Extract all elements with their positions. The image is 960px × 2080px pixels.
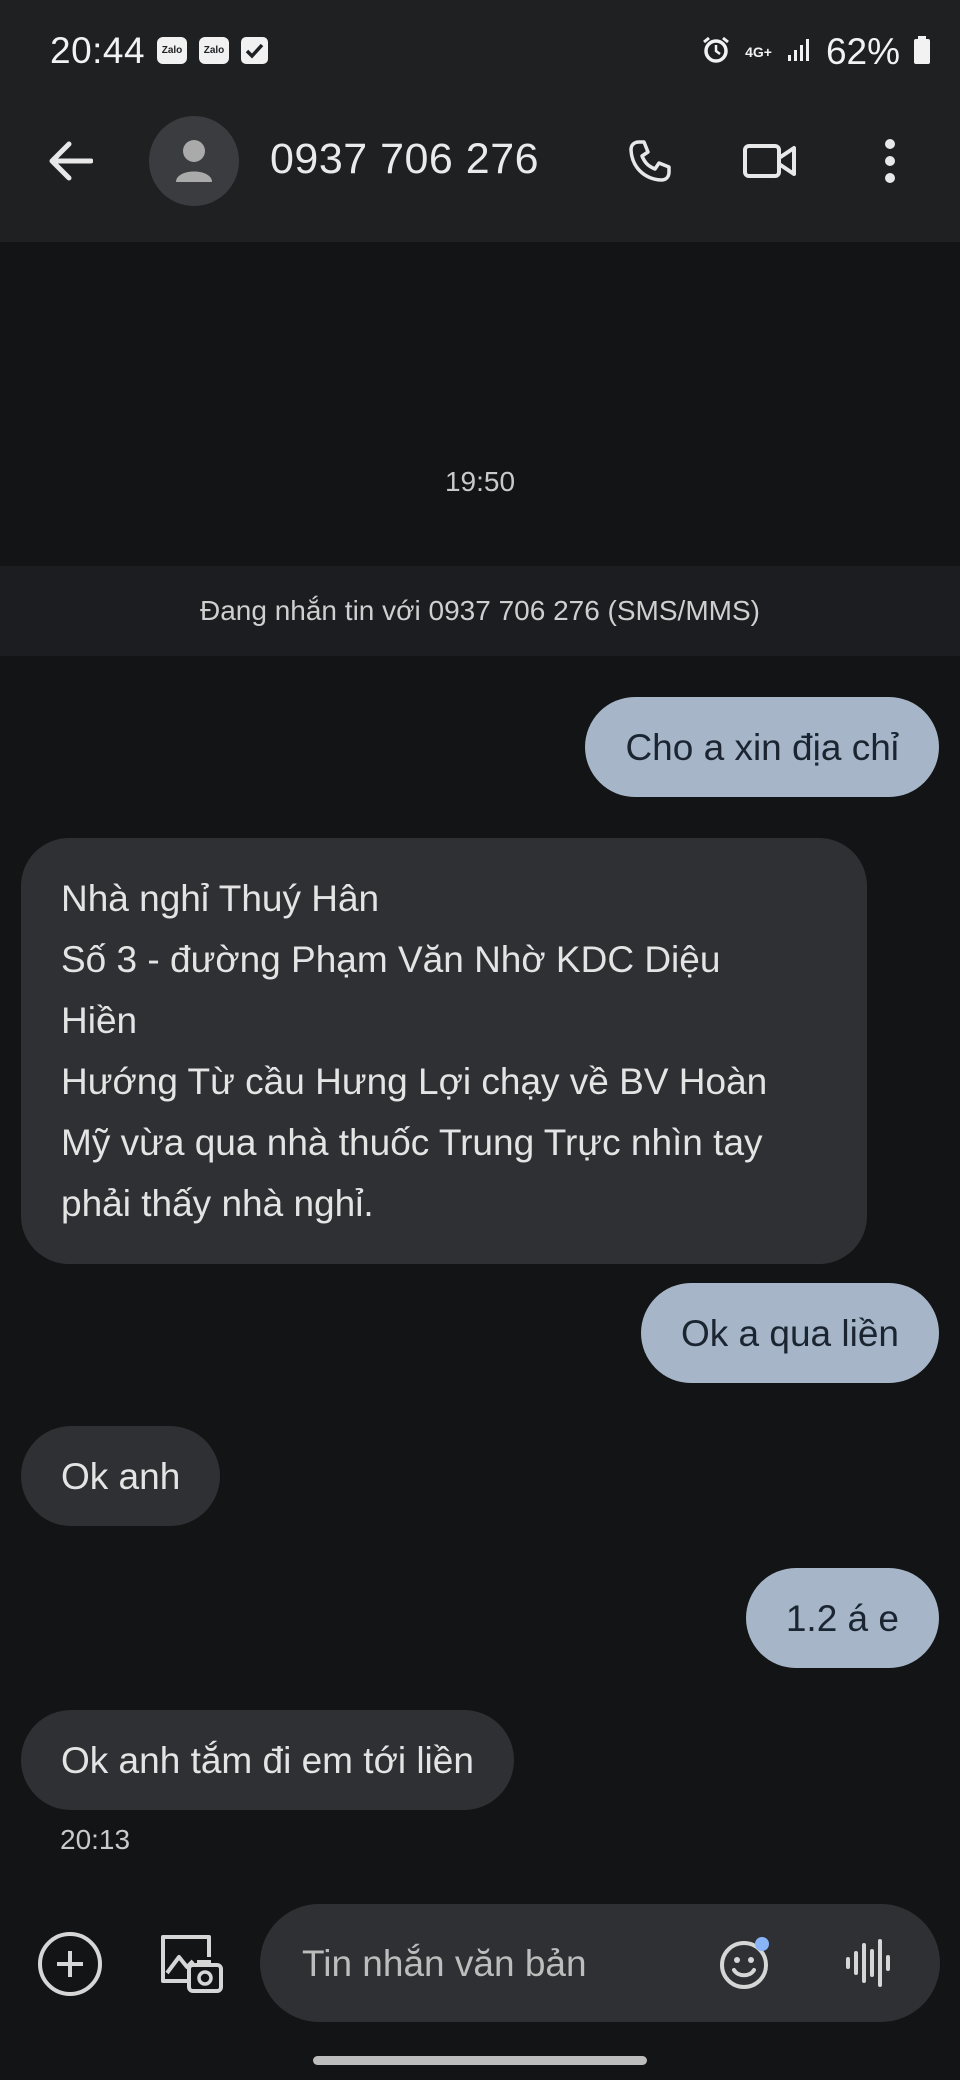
video-call-button[interactable] bbox=[740, 131, 800, 191]
message-bubble-received[interactable]: Nhà nghỉ Thuý Hân Số 3 - đường Phạm Văn … bbox=[21, 838, 867, 1264]
emoji-icon bbox=[720, 1937, 769, 1989]
contact-title[interactable]: 0937 706 276 bbox=[270, 135, 539, 184]
status-indicators: 4G+ 62% bbox=[701, 30, 930, 74]
message-text: Nhà nghỉ Thuý Hân bbox=[61, 878, 380, 919]
sms-info-banner: Đang nhắn tin với 0937 706 276 (SMS/MMS) bbox=[0, 566, 960, 656]
signal-icon bbox=[786, 37, 812, 68]
more-options-button[interactable] bbox=[860, 131, 920, 191]
message-text: Số 3 - đường Phạm Văn Nhờ KDC Diệu bbox=[61, 939, 721, 980]
message-bubble-received[interactable]: Ok anh tắm đi em tới liền bbox=[21, 1710, 514, 1810]
message-text: Hướng Từ cầu Hưng Lợi chạy về BV Hoàn bbox=[61, 1061, 768, 1102]
alarm-icon bbox=[701, 35, 731, 70]
more-vert-icon bbox=[885, 139, 895, 183]
message-input[interactable] bbox=[300, 1904, 724, 2024]
zalo-icon: Zalo bbox=[199, 37, 229, 64]
message-bubble-sent[interactable]: Ok a qua liền bbox=[640, 1283, 939, 1383]
message-text: phải thấy nhà nghỉ. bbox=[61, 1183, 374, 1224]
battery-icon bbox=[914, 35, 930, 69]
message-text: Ok anh tắm đi em tới liền bbox=[61, 1739, 474, 1781]
message-bubble-sent[interactable]: Cho a xin địa chỉ bbox=[585, 697, 939, 797]
compose-box bbox=[260, 1904, 940, 2024]
add-attachment-button[interactable] bbox=[38, 1932, 102, 1996]
gallery-button[interactable] bbox=[156, 1930, 226, 1998]
battery-percent: 62% bbox=[825, 31, 900, 72]
conversation-timestamp: 19:50 bbox=[444, 466, 516, 497]
message-text: Cho a xin địa chỉ bbox=[625, 726, 899, 768]
call-button[interactable] bbox=[620, 131, 680, 191]
voice-message-button[interactable] bbox=[840, 1935, 896, 1991]
message-text: 1.2 á e bbox=[785, 1597, 899, 1639]
network-type-label: 4G+ bbox=[745, 44, 772, 60]
person-icon bbox=[176, 140, 212, 182]
back-arrow-icon bbox=[49, 141, 93, 181]
message-timestamp: 20:13 bbox=[60, 1824, 131, 1855]
home-indicator bbox=[313, 2056, 647, 2065]
emoji-button[interactable] bbox=[718, 1935, 774, 1991]
message-bubble-sent[interactable]: 1.2 á e bbox=[745, 1568, 939, 1668]
phone-icon bbox=[629, 140, 671, 182]
contact-avatar[interactable] bbox=[149, 116, 239, 206]
video-camera-icon bbox=[743, 144, 796, 178]
voice-waveform-icon bbox=[846, 1939, 890, 1987]
message-bubble-received[interactable]: Ok anh bbox=[21, 1426, 221, 1526]
status-time: 20:44 bbox=[50, 30, 146, 71]
checkbox-icon bbox=[241, 37, 268, 64]
message-text: Hiền bbox=[61, 1000, 138, 1041]
message-text: Mỹ vừa qua nhà thuốc Trung Trực nhìn tay bbox=[61, 1122, 763, 1163]
back-button[interactable] bbox=[40, 131, 100, 191]
zalo-icon: Zalo bbox=[157, 37, 187, 64]
message-text: Ok anh bbox=[61, 1455, 181, 1497]
message-text: Ok a qua liền bbox=[680, 1312, 899, 1354]
add-circle-icon bbox=[57, 1951, 83, 1977]
gallery-camera-icon bbox=[161, 1935, 223, 1993]
